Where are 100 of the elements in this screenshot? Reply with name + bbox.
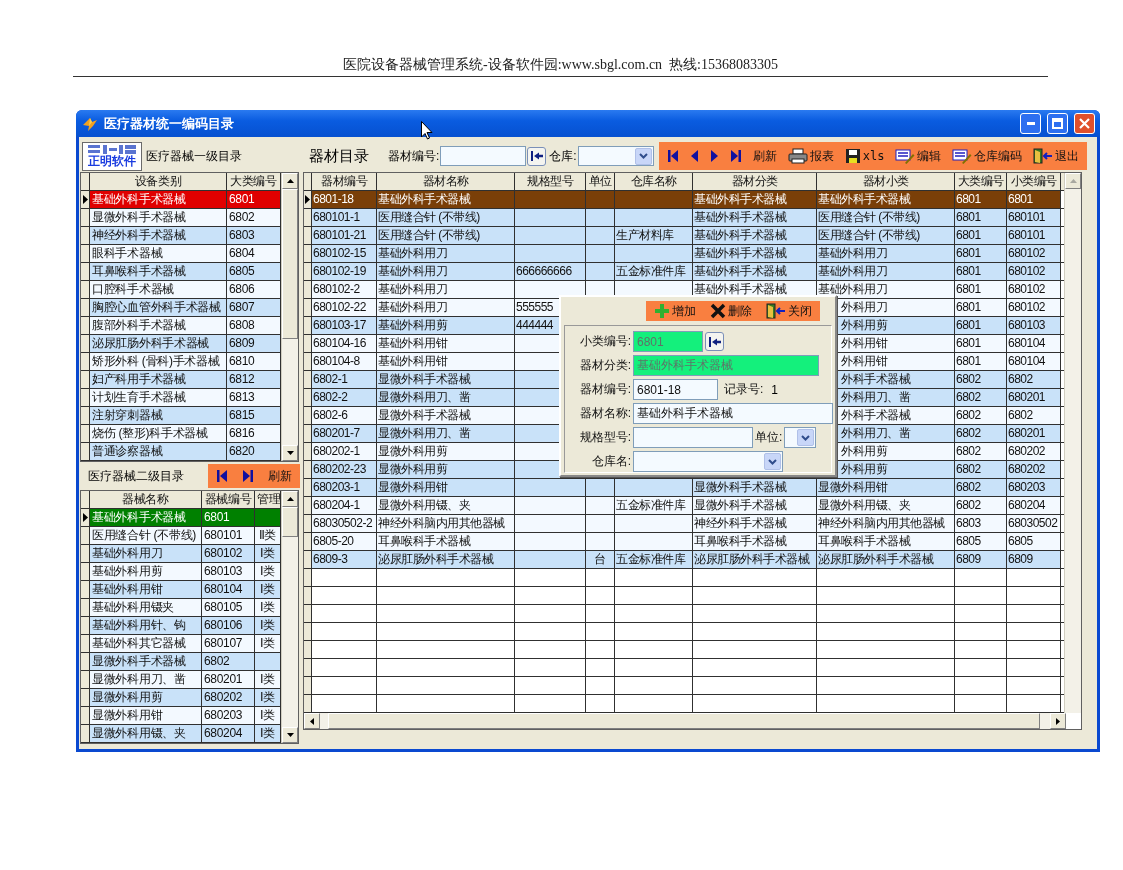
table-cell: 基础外科用刀 [378, 282, 447, 296]
table-cell: 基础外科用剪 [378, 318, 447, 332]
panel-title: 器材目录 [309, 146, 369, 166]
table-cell: 680201 [1008, 426, 1046, 440]
table-cell: 显微外科用镊、夹 [378, 498, 470, 512]
table-cell: 6802 [956, 462, 981, 476]
table-cell: 6801 [956, 282, 981, 296]
table-cell: 外科用刀、凿 [841, 390, 910, 404]
table-cell: 外科用刀 [841, 300, 887, 314]
table-cell: 基础外科用钳 [378, 354, 447, 368]
field-label: 小类编号: [578, 333, 631, 350]
table-cell: 6801 [956, 246, 981, 260]
field-label: 仓库名: [590, 453, 631, 470]
table-cell: 耳鼻喉科手术器械 [818, 534, 910, 548]
table-cell: 耳鼻喉科手术器械 [378, 534, 470, 548]
table-cell: 6815 [229, 408, 255, 422]
table-cell: 医用缝合针 (不带线) [378, 210, 480, 224]
table-cell: 五金标准件库 [616, 498, 685, 512]
table-cell: 耳鼻喉科手术器械 [92, 264, 186, 278]
table-cell: 68030502-2 [313, 516, 373, 530]
table-cell: 显微外科手术器械 [694, 480, 786, 494]
field-label: 记录号: [724, 381, 764, 398]
table-cell: 基础外科用镊夹 [92, 600, 174, 614]
panel-title: 医疗器械一级目录 [146, 147, 242, 165]
table-cell: 68030502 [1008, 516, 1058, 530]
table-cell: 680104 [1008, 336, 1046, 350]
table-cell: 6801 [956, 318, 981, 332]
table-cell: 口腔科手术器械 [92, 282, 174, 296]
table-cell: 6812 [229, 372, 255, 386]
table-cell: 泌尿肛肠外科手术器械 [92, 336, 209, 350]
table-cell: Ⅰ类 [259, 564, 276, 578]
table-cell: 680105 [204, 600, 243, 614]
table-cell: 基础外科用剪 [92, 564, 163, 578]
table-cell: 680202-1 [313, 444, 360, 458]
table-cell: 6802 [956, 408, 981, 422]
table-cell: 680101-1 [313, 210, 360, 224]
table-cell: 680103 [204, 564, 243, 578]
table-cell: 眼科手术器械 [92, 246, 163, 260]
table-cell: 基础外科用刀 [378, 246, 447, 260]
table-cell: 666666666 [516, 264, 572, 278]
table-cell: 680102 [1008, 282, 1046, 296]
table-cell: 6801 [956, 264, 981, 278]
table-cell: 基础外科手术器械 [92, 510, 186, 524]
table-cell: 神经外科脑内用其他器械 [378, 516, 505, 530]
table-cell: 基础外科用针、钩 [92, 618, 186, 632]
table-cell: 555555 [516, 300, 554, 314]
table-cell: 6802-6 [313, 408, 348, 422]
table-cell: Ⅰ类 [259, 726, 276, 740]
table-cell: 6803 [229, 228, 255, 242]
table-cell: 6805 [1008, 534, 1033, 548]
table-cell: 6805 [956, 534, 981, 548]
table-cell: 6805 [229, 264, 255, 278]
logo-text: 正明软件 [88, 155, 136, 168]
table-cell: 680103-17 [313, 318, 366, 332]
table-cell: 基础外科手术器械 [378, 192, 470, 206]
table-cell: 基础外科手术器械 [92, 192, 186, 206]
table-cell: 6809 [956, 552, 981, 566]
table-cell: Ⅰ类 [259, 618, 276, 632]
table-cell: 外科手术器械 [841, 372, 910, 386]
table-cell: 外科用刀、凿 [841, 426, 910, 440]
table-cell: 6801 [956, 210, 981, 224]
table-cell: 矫形外科 (骨科)手术器械 [92, 354, 220, 368]
table-cell: 显微外科用镊、夹 [92, 726, 186, 740]
table-cell: 显微外科手术器械 [694, 498, 786, 512]
table-cell: 680202 [204, 690, 243, 704]
table-cell: 显微外科手术器械 [92, 654, 186, 668]
table-cell: 6802-2 [313, 390, 348, 404]
table-cell: 680102-15 [313, 246, 366, 260]
table-cell: 680102 [1008, 264, 1046, 278]
table-cell: Ⅰ类 [259, 672, 276, 686]
table-cell: 6820 [229, 444, 255, 458]
field-label: 器材编号: [578, 381, 631, 398]
table-cell: 泌尿肛肠外科手术器械 [378, 552, 493, 566]
table-cell: 生产材料库 [616, 228, 674, 242]
table-cell: 6809 [1008, 552, 1033, 566]
table-cell: 医用缝合针 (不带线) [378, 228, 480, 242]
panel-title: 医疗器械二级目录 [88, 467, 184, 485]
field-label: 规格型号: [578, 429, 631, 446]
table-cell: 6801 [956, 192, 981, 206]
table-cell: 五金标准件库 [616, 552, 685, 566]
table-cell: 基础外科用刀 [378, 264, 447, 278]
table-cell: 神经外科手术器械 [92, 228, 186, 242]
table-cell: 6809-3 [313, 552, 348, 566]
record-number: 1 [771, 382, 779, 397]
table-cell: 基础外科其它器械 [92, 636, 186, 650]
table-cell: 6803 [956, 516, 981, 530]
table-cell: 外科用剪 [841, 318, 887, 332]
table-cell: 6801 [956, 300, 981, 314]
table-cell: 6808 [229, 318, 255, 332]
table-cell: 胸腔心血管外科手术器械 [92, 300, 221, 314]
table-cell: 6802 [956, 390, 981, 404]
table-cell: 680204 [204, 726, 243, 740]
table-cell: Ⅰ类 [259, 600, 276, 614]
table-cell: 普通诊察器械 [92, 444, 163, 458]
table-cell: 680102 [1008, 300, 1046, 314]
table-cell: Ⅰ类 [259, 582, 276, 596]
table-cell: 外科用剪 [841, 462, 887, 476]
table-cell: 680202 [1008, 462, 1046, 476]
table-cell: 显微外科用剪 [378, 444, 447, 458]
table-cell: 基础外科用刀 [92, 546, 163, 560]
